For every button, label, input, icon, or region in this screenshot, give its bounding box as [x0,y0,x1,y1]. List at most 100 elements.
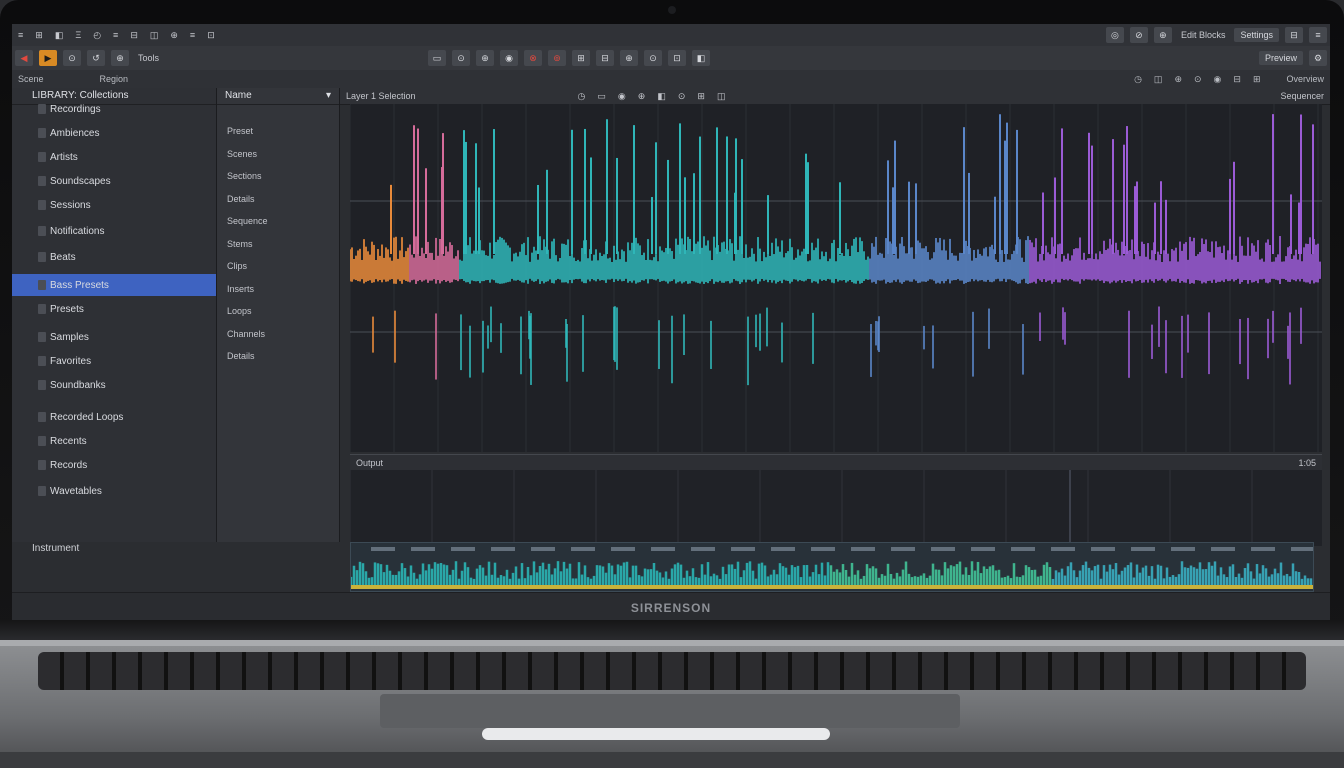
monitor-icon[interactable]: ⊙ [644,50,663,66]
split-icon[interactable]: ◫ [1154,74,1163,85]
sidebar-item-records[interactable]: Records [12,454,216,476]
menu-item-3[interactable]: ◧ [55,30,64,41]
browser-item[interactable]: Loops [227,306,252,316]
brand-label: SIRRENSON [630,601,712,615]
waveform-canvas[interactable] [349,104,1322,452]
loop-icon[interactable]: ↺ [87,50,105,66]
sidebar-item-notifications[interactable]: Notifications [12,220,216,242]
automation-lane[interactable] [349,470,1322,546]
panel-lane-icon[interactable]: ◧ [657,91,666,102]
panel-icon[interactable]: ⊟ [1285,27,1303,43]
browser-item[interactable]: Channels [227,329,265,339]
sidebar-item-beats[interactable]: Beats [12,246,216,268]
sidebar-item-recents[interactable]: Recents [12,430,216,452]
menu-item-1[interactable]: ≡ [18,30,23,40]
minus-box-icon[interactable]: ⊟ [1233,74,1241,85]
browser-item[interactable]: Details [227,194,255,204]
browser-item[interactable]: Scenes [227,149,257,159]
dot-lane-icon[interactable]: ◉ [618,91,626,102]
transport-toolbar: ◀ ▶ ⊙ ↺ ⊕ Tools ▭ ⊙ ⊕ ◉ ⊗ ⊚ ⊞ ⊟ ⊕ ⊙ ⊡ ◧ … [12,46,1330,71]
browser-item[interactable]: Sequence [227,216,268,226]
insert-icon[interactable]: ⊕ [620,50,639,66]
rewind-icon[interactable]: ◀ [15,50,33,66]
browser-item[interactable]: Preset [227,126,253,136]
sidebar-item-soundbanks[interactable]: Soundbanks [12,374,216,396]
cancel-icon[interactable]: ⊘ [1129,27,1148,43]
ring-lane-icon[interactable]: ⊙ [678,91,686,102]
record-arm-icon[interactable]: ⊚ [548,50,567,66]
clock-lane-icon[interactable]: ◷ [578,91,586,102]
sidebar-item-recorded-loops[interactable]: Recorded Loops [12,406,216,428]
grid-box-icon[interactable]: ⊞ [1253,74,1261,85]
play-icon[interactable]: ▶ [39,50,57,66]
view-icon[interactable]: ◧ [692,50,711,66]
sidebar-item-label: Soundscapes [50,175,111,187]
sort-icon[interactable]: ▾ [326,88,331,104]
sidebar-item-soundscapes[interactable]: Soundscapes [12,170,216,192]
sidebar-item-artists[interactable]: Artists [12,146,216,168]
browser-item[interactable]: Sections [227,171,262,181]
menu-item-9[interactable]: ⊕ [170,30,178,41]
collapse-icon[interactable]: ⊟ [596,50,615,66]
sidebar-item-recordings[interactable]: Recordings [12,98,216,120]
menu-bar: ≡ ⊞ ◧ Ξ ◴ ≡ ⊟ ◫ ⊕ ≡ ⊡ ◎ ⊘ ⊕ Edit Blocks … [12,24,1330,47]
record-icon[interactable]: ⊙ [63,50,81,66]
add-track-icon[interactable]: ⊕ [111,50,129,66]
sidebar-item-sessions[interactable]: Sessions [12,194,216,216]
plus-icon[interactable]: ⊕ [1174,74,1182,85]
sidebar-item-ambiences[interactable]: Ambiences [12,122,216,144]
overview-strip[interactable] [349,542,1315,592]
lane-icon[interactable]: ▭ [428,50,447,66]
zoom-icon[interactable]: ⊕ [476,50,495,66]
sidebar-item-label: Recents [50,435,87,447]
track-color-icon [38,226,46,236]
menu-item-8[interactable]: ◫ [150,30,159,41]
grid-lane-icon[interactable]: ⊞ [697,91,705,102]
solo-icon[interactable]: ◉ [500,50,519,66]
sidebar-item-presets[interactable]: Presets [12,298,216,320]
clip-marker [651,547,675,551]
dot-icon[interactable]: ◉ [1214,74,1222,85]
sidebar-item-samples[interactable]: Samples [12,326,216,348]
snap-icon[interactable]: ⊙ [452,50,471,66]
mixer-icon[interactable]: ⊡ [668,50,687,66]
sidebar-item-wavetables[interactable]: Wavetables [12,480,216,502]
target-icon[interactable]: ◎ [1105,27,1124,43]
camera-dot [668,6,676,14]
menu-item-11[interactable]: ⊡ [207,30,215,41]
stop-icon[interactable]: ⊗ [524,50,543,66]
split-lane-icon[interactable]: ◫ [717,91,726,102]
browser-item[interactable]: Clips [227,261,247,271]
clip-marker [371,547,395,551]
grid-icon[interactable]: ⊞ [572,50,591,66]
gear-icon[interactable]: ⚙ [1309,50,1327,66]
settings-button[interactable]: Settings [1234,28,1279,42]
menu-icon[interactable]: ≡ [1309,27,1327,43]
menu-item-7[interactable]: ⊟ [130,30,138,41]
preview-button[interactable]: Preview [1258,51,1303,65]
menu-item-4[interactable]: Ξ [75,30,81,40]
plus-lane-icon[interactable]: ⊕ [638,91,646,102]
browser-item[interactable]: Stems [227,239,253,249]
sidebar-item-favorites[interactable]: Favorites [12,350,216,372]
menu-item-10[interactable]: ≡ [190,30,195,40]
sidebar-item-bass-presets[interactable]: Bass Presets [12,274,216,296]
add-icon[interactable]: ⊕ [1153,27,1172,43]
menu-item-5[interactable]: ◴ [93,30,101,41]
browser-item[interactable]: Details [227,351,255,361]
clock-icon[interactable]: ◷ [1134,74,1142,85]
lane-header-label: Layer 1 Selection [346,91,416,101]
edit-blocks-label[interactable]: Edit Blocks [1181,30,1226,40]
automation-canvas[interactable] [349,470,1322,546]
browser-item[interactable]: Inserts [227,284,254,294]
menu-item-2[interactable]: ⊞ [35,30,43,41]
clip-marker [1171,547,1195,551]
clip-marker [531,547,555,551]
overview-canvas[interactable] [349,543,1315,591]
menu-item-6[interactable]: ≡ [113,30,118,40]
arrangement-view[interactable] [349,104,1322,452]
box-lane-icon[interactable]: ▭ [597,91,606,102]
status-bar: SIRRENSON [12,592,1330,620]
ring-icon[interactable]: ⊙ [1194,74,1202,85]
tools-label[interactable]: Tools [138,53,159,63]
